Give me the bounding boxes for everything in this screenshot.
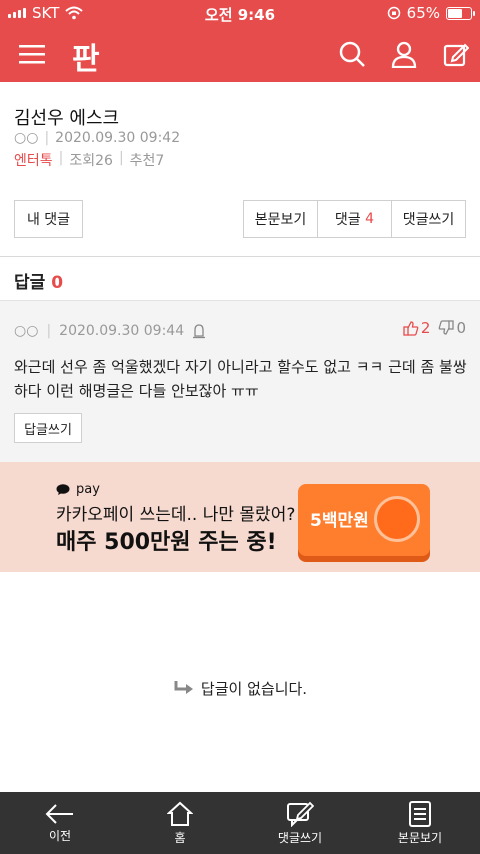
ad-brand-label: pay xyxy=(76,482,100,497)
comment-date: 2020.09.30 09:44 xyxy=(59,323,185,339)
reply-write-button[interactable]: 답글쓰기 xyxy=(14,413,82,443)
empty-message: 답글이 없습니다. xyxy=(200,680,308,698)
reply-count: 0 xyxy=(51,273,64,293)
search-button[interactable] xyxy=(334,36,370,72)
write-post-button[interactable] xyxy=(438,36,474,72)
battery-icon xyxy=(446,6,475,20)
nav-back[interactable]: 이전 xyxy=(0,792,120,854)
menu-button[interactable] xyxy=(14,36,50,72)
view-post-button[interactable]: 본문보기 xyxy=(244,201,318,237)
empty-replies: 답글이 없습니다. xyxy=(0,678,480,699)
status-right: 65% xyxy=(387,4,475,22)
edit-icon xyxy=(443,43,469,67)
post-category[interactable]: 엔터톡 xyxy=(14,150,53,170)
back-arrow-icon xyxy=(45,803,73,824)
speech-bubble-icon xyxy=(56,483,70,495)
user-button[interactable] xyxy=(386,36,422,72)
top-bar: SKT 오전 9:46 65% 판 xyxy=(0,0,480,82)
thumbs-up-icon xyxy=(403,321,419,336)
post-action-group: 본문보기 댓글 4 댓글쓰기 xyxy=(243,200,466,238)
coin-icon xyxy=(374,496,420,542)
comment-body: 와근데 선우 좀 억울했겠다 자기 아니라고 할수도 없고 ㅋㅋ 근데 좀 불쌍… xyxy=(14,358,467,400)
bottom-nav: 이전 홈 댓글쓰기 본문보기 xyxy=(0,792,480,854)
battery-percent: 65% xyxy=(406,4,440,22)
nav-view-label: 본문보기 xyxy=(397,830,443,845)
nav-view-post[interactable]: 본문보기 xyxy=(360,792,480,854)
divider xyxy=(0,256,480,257)
search-icon xyxy=(339,41,365,67)
nav-write-comment[interactable]: 댓글쓰기 xyxy=(240,792,360,854)
write-comment-button[interactable]: 댓글쓰기 xyxy=(392,201,465,237)
post-views: 조회26 xyxy=(69,153,113,169)
menu-icon xyxy=(19,45,45,64)
comment-votes: 2 0 xyxy=(403,319,466,337)
ad-line2: 매주 500만원 주는 중! xyxy=(56,530,277,555)
status-bar: SKT 오전 9:46 65% xyxy=(0,0,480,26)
ad-brand: pay xyxy=(56,482,100,497)
separator: | xyxy=(44,130,50,146)
post-meta-author: ○○ | 2020.09.30 09:42 xyxy=(14,130,180,146)
user-icon xyxy=(391,41,417,68)
post-meta-stats: 엔터톡 | 조회26 | 추천7 xyxy=(14,150,164,170)
app-header: 판 xyxy=(0,28,480,82)
orientation-lock-icon xyxy=(387,6,400,20)
write-comment-icon xyxy=(287,801,314,827)
thumbs-down-icon xyxy=(439,320,455,335)
ad-banner[interactable]: pay 카카오페이 쓰는데.. 나만 몰랐어? 매주 500만원 주는 중! 5… xyxy=(0,462,480,572)
dislike-button[interactable]: 0 xyxy=(438,319,466,337)
ad-badge: 5백만원 xyxy=(310,511,369,531)
nav-home[interactable]: 홈 xyxy=(120,792,240,854)
money-illustration: 5백만원 xyxy=(298,484,430,556)
post-date: 2020.09.30 09:42 xyxy=(55,130,181,146)
post-recommends: 추천7 xyxy=(129,153,165,169)
post-author: ○○ xyxy=(14,130,39,146)
app-logo[interactable]: 판 xyxy=(72,34,108,77)
battery-fill xyxy=(448,8,462,18)
report-icon[interactable] xyxy=(192,323,206,339)
nav-back-label: 이전 xyxy=(48,828,72,843)
separator: | xyxy=(58,150,64,166)
comment-card: ○○ | 2020.09.30 09:44 2 0 와근데 선우 좀 억울했겠다… xyxy=(0,300,480,462)
nav-write-label: 댓글쓰기 xyxy=(277,830,323,845)
like-button[interactable]: 2 xyxy=(403,319,431,337)
my-comments-button[interactable]: 내 댓글 xyxy=(14,200,83,238)
separator: | xyxy=(46,323,52,339)
dislike-count: 0 xyxy=(456,319,466,337)
ad-line1: 카카오페이 쓰는데.. 나만 몰랐어? xyxy=(56,505,296,525)
comments-button[interactable]: 댓글 4 xyxy=(318,201,392,237)
nav-home-label: 홈 xyxy=(174,830,186,845)
comments-label: 댓글 xyxy=(334,212,361,228)
home-icon xyxy=(167,801,193,826)
comment-author: ○○ xyxy=(14,323,39,339)
post-title: 김선우 에스크 xyxy=(14,108,120,129)
reply-label: 답글 xyxy=(14,273,46,293)
document-icon xyxy=(409,800,431,827)
comment-meta: ○○ | 2020.09.30 09:44 xyxy=(14,323,206,339)
comments-count: 4 xyxy=(365,211,375,227)
reply-section-header: 답글 0 xyxy=(14,268,63,293)
separator: | xyxy=(118,150,124,166)
like-count: 2 xyxy=(420,319,431,337)
reply-arrow-icon xyxy=(174,680,193,694)
